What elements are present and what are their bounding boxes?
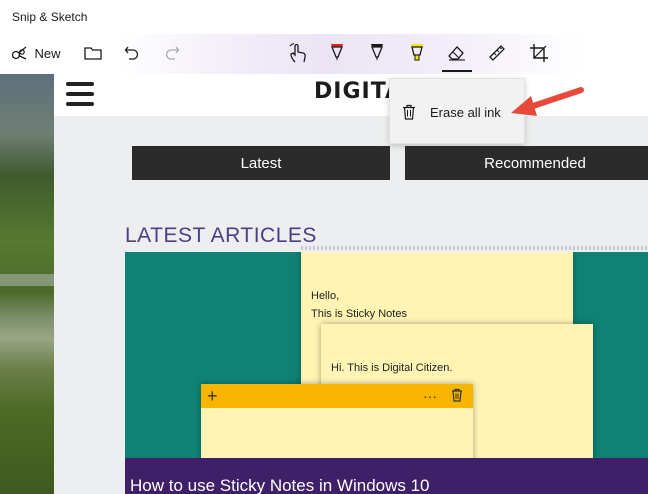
note-line: Hello,	[311, 290, 340, 302]
trash-icon	[403, 104, 415, 120]
erase-all-ink-menu-item[interactable]: Erase all ink	[390, 95, 524, 129]
highlighter-icon	[411, 44, 423, 61]
plus-icon: +	[207, 386, 218, 406]
eraser-button[interactable]	[442, 38, 472, 72]
redo-icon	[165, 46, 180, 60]
pencil-button[interactable]	[364, 38, 390, 68]
ballpoint-pen-icon	[331, 44, 343, 61]
undo-icon	[124, 46, 139, 60]
crop-icon	[530, 44, 548, 62]
touch-writing-icon	[289, 42, 306, 63]
article-image: Hello, This is Sticky Notes Hi. This is …	[125, 252, 648, 458]
redo-button[interactable]	[160, 38, 184, 68]
note-line: This is Sticky Notes	[311, 308, 407, 320]
hamburger-menu-icon	[66, 81, 94, 107]
heading-divider	[301, 246, 648, 250]
ballpoint-pen-button[interactable]	[324, 38, 350, 68]
callout-arrow-icon	[511, 87, 584, 116]
open-file-button[interactable]	[80, 38, 106, 68]
open-folder-icon	[84, 47, 102, 60]
snip-canvas[interactable]: DIGITA Latest Recommended LATEST ARTICLE…	[54, 74, 648, 494]
more-options-icon: ···	[423, 388, 437, 404]
touch-writing-button[interactable]	[284, 38, 312, 68]
desktop-background	[0, 74, 54, 494]
sticky-note-header: + ···	[201, 384, 473, 408]
tab-recommended: Recommended	[405, 146, 648, 180]
note-line: Hi. This is Digital Citizen.	[331, 362, 453, 374]
erase-all-ink-label: Erase all ink	[430, 104, 501, 120]
highlighter-button[interactable]	[404, 38, 430, 68]
new-snip-icon	[12, 46, 27, 60]
ruler-button[interactable]	[484, 38, 510, 68]
sticky-note: + ···	[201, 384, 473, 458]
pencil-icon	[371, 44, 383, 61]
toolbar: New	[0, 34, 648, 74]
article-caption: How to use Sticky Notes in Windows 10	[125, 458, 648, 494]
window-title: Snip & Sketch	[12, 10, 88, 24]
trash-icon	[452, 388, 462, 402]
eraser-icon	[448, 46, 465, 61]
title-bar: Snip & Sketch	[0, 0, 648, 34]
section-heading: LATEST ARTICLES	[125, 224, 317, 247]
undo-button[interactable]	[120, 38, 144, 68]
tab-latest: Latest	[132, 146, 390, 180]
crop-button[interactable]	[526, 38, 552, 68]
ruler-icon	[489, 45, 505, 61]
new-snip-label: New	[34, 45, 61, 61]
article-title: How to use Sticky Notes in Windows 10	[130, 476, 430, 494]
new-snip-button[interactable]: New	[8, 38, 64, 68]
